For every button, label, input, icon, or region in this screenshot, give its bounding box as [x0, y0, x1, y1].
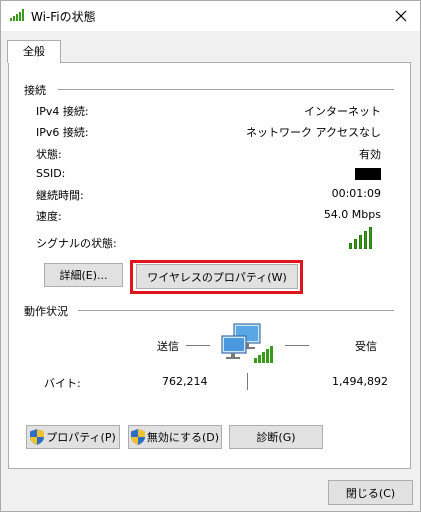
diagnose-button[interactable]: 診断(G) — [229, 425, 323, 449]
info-row-state: 状態: 有効 — [36, 146, 381, 164]
sent-bytes-value: 762,214 — [162, 375, 208, 388]
info-row-ipv6: IPv6 接続: ネットワーク アクセスなし — [36, 124, 381, 142]
disable-button-label: 無効にする(D) — [146, 431, 220, 444]
connection-group-divider — [58, 89, 394, 90]
ssid-label: SSID: — [36, 167, 66, 180]
window-title: Wi-Fiの状態 — [31, 10, 96, 24]
activity-group-divider — [78, 310, 394, 311]
title-bar: Wi-Fiの状態 — [1, 1, 420, 31]
uac-shield-icon — [30, 429, 45, 445]
signal-bar — [364, 231, 367, 249]
uac-shield-icon — [130, 429, 145, 445]
ipv4-value: インターネット — [304, 105, 381, 118]
close-window-button[interactable] — [388, 3, 414, 29]
signal-bar — [359, 235, 362, 249]
tab-general[interactable]: 全般 — [7, 40, 61, 63]
info-row-speed: 速度: 54.0 Mbps — [36, 208, 381, 226]
ssid-redacted-value — [355, 168, 381, 180]
speed-label: 速度: — [36, 210, 62, 223]
highlight-box — [130, 260, 303, 294]
ipv6-label: IPv6 接続: — [36, 126, 89, 139]
state-value: 有効 — [359, 148, 381, 161]
wifi-signal-icon — [10, 9, 24, 21]
signal-bar — [354, 239, 357, 249]
signal-bar — [369, 227, 372, 249]
info-row-duration: 継続時間: 00:01:09 — [36, 187, 381, 205]
signal-strength-icon — [349, 225, 377, 249]
speed-value: 54.0 Mbps — [323, 208, 381, 221]
wifi-status-window: Wi-Fiの状態 全般 接続 IPv4 接続: インターネット IPv6 接続:… — [0, 0, 421, 512]
info-row-ipv4: IPv4 接続: インターネット — [36, 103, 381, 121]
info-row-ssid: SSID: — [36, 167, 381, 185]
sent-line — [186, 345, 210, 346]
duration-label: 継続時間: — [36, 189, 84, 202]
bytes-divider — [247, 373, 248, 390]
sent-label: 送信 — [157, 340, 179, 353]
details-button[interactable]: 詳細(E)... — [44, 263, 123, 287]
signal-bar — [349, 243, 352, 249]
received-line — [285, 345, 309, 346]
state-label: 状態: — [36, 148, 62, 161]
received-label: 受信 — [355, 340, 377, 353]
close-icon — [395, 10, 407, 22]
info-row-signal: シグナルの状態: — [36, 235, 381, 253]
duration-value: 00:01:09 — [331, 187, 381, 200]
ipv4-label: IPv4 接続: — [36, 105, 89, 118]
signal-label: シグナルの状態: — [36, 237, 117, 250]
disable-button[interactable]: 無効にする(D) — [128, 425, 222, 449]
network-computers-icon — [221, 323, 273, 363]
received-bytes-value: 1,494,892 — [332, 375, 388, 388]
ipv6-value: ネットワーク アクセスなし — [246, 126, 381, 139]
connection-group-label: 接続 — [24, 84, 46, 97]
close-button[interactable]: 閉じる(C) — [328, 480, 413, 505]
bytes-label: バイト: — [44, 377, 81, 390]
properties-button-label: プロパティ(P) — [46, 431, 116, 444]
activity-group-label: 動作状況 — [24, 305, 68, 318]
properties-button[interactable]: プロパティ(P) — [26, 425, 120, 449]
